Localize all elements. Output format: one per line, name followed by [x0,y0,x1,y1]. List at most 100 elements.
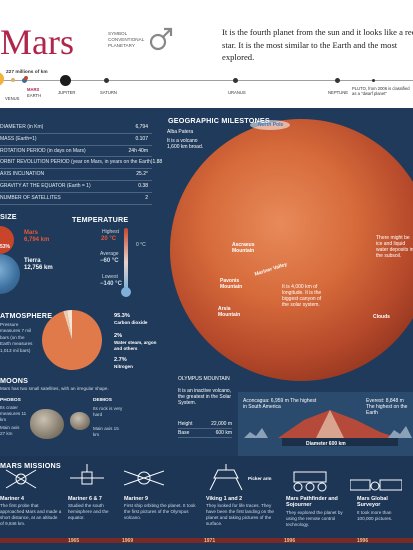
mission-text-mariner-6-7: Studied the south hemisphere and the equ… [68,503,109,520]
mariner-4-craft-icon [5,469,37,489]
earth-size-disc [0,254,20,294]
stat-row: ROTATION PERIOD (in days on Mars) 24h 40m [0,146,152,158]
temp-lowest-value: −140 °C [100,281,122,287]
atm-pct-n2: 2.7% [114,357,127,363]
temp-zero-label: 0 °C [136,242,146,248]
south-ice-text: There might be ice and liquid water depo… [376,235,413,259]
header: Mars SYMBOL CONVENTIONAL PLANETARY It is… [0,0,413,68]
pluto-note: PLUTO, from 2006 is classified as a "dwa… [352,86,410,96]
temp-highest-value: 20 °C [101,236,117,242]
mission-text-pathfinder: They explored the planet by using the re… [286,510,343,527]
alba-patera-label: Alba Patera [167,129,194,135]
stat-row: ORBIT REVOLUTION PERIOD (year on Mars, i… [0,157,162,170]
atm-pct-co2: 95.3% [114,313,130,319]
olympus-table: Height 22,000 m Base 600 km [178,420,232,438]
valley-text: It is 4,000 km of longitude. It is the b… [282,284,322,308]
mars-size-diameter: 6,794 km [24,237,50,243]
picker-arm-label: Picker arm [248,476,272,481]
page-title: Mars [0,22,74,62]
temperature-title: TEMPERATURE [72,215,129,224]
year-label: 1969 [122,538,134,544]
infographic-poster: Mars SYMBOL CONVENTIONAL PLANETARY It is… [0,0,413,550]
mission-name-mariner-6-7: Mariner 6 & 7 [68,496,102,502]
planet-label-saturn: SATURN [100,90,117,95]
temp-average-value: −60 °C [100,258,119,264]
mission-text-mariner-4: The first probe that approached Mars and… [0,503,62,526]
deimos-text: Its rock is very hard [93,406,123,417]
olympus-text: It is an inactive volcano, the greatest … [178,388,232,406]
planet-label-earth: EARTH [27,93,42,98]
stat-row: DIAMETER (in Km) 6,794 [0,122,152,134]
phobos-name: PHOBOS [0,398,21,403]
clouds-label: Clouds [373,314,390,320]
mission-text-mariner-9: First ship orbiting the planet. It took … [124,503,196,520]
pluto-dot [372,79,375,82]
deimos-axis: Main axis 15 km [93,426,119,437]
mission-name-global-surveyor: Mars Global Surveyor [357,496,388,509]
size-title: SIZE [0,212,17,221]
distance-strip: 227 millions of km VENUS EARTH MARS JUPI… [0,68,413,108]
mission-name-mariner-9: Mariner 9 [124,496,148,502]
stats-table: DIAMETER (in Km) 6,794 MASS (Earth=1) 0.10… [0,122,162,205]
year-label: 1965 [68,538,80,544]
mission-name-mariner-4: Mariner 4 [0,496,24,502]
sun-dot [0,72,4,86]
planet-label-mars: MARS [27,87,40,92]
year-label: 1996 [357,538,369,544]
viking-craft-icon [209,464,243,491]
stat-row: MASS (Earth=1) 0.107 [0,134,152,146]
atm-pct-other: 2% [114,333,123,339]
olympus-base-row: Base 600 km [178,430,232,438]
stat-row: AXIS INCLINATION 25.2° [0,169,152,181]
jupiter-dot [60,75,71,86]
mariner-6-7-craft-icon [70,464,104,485]
atmosphere-pressure-text: Pressure measures 7 mil bars (on the Ear… [0,322,33,353]
ascraeus-label: Ascraeus Mountain [232,242,255,254]
mars-symbol-icon [149,27,173,51]
temp-highest-label: Highest [102,229,119,235]
everest-label: Everest: 8,848 m The highest on the Eart… [366,398,408,416]
phobos-text: Its crater measures 11 km [0,405,27,422]
planet-label-jupiter: JUPITER [58,90,76,95]
mars-size-name: Mars [24,230,39,236]
intro-text: It is the fourth planet from the sun and… [222,27,413,62]
venus-dot [11,78,15,82]
temp-lowest-label: Lowest [102,274,118,280]
phobos-image [30,409,64,439]
mariner-9-craft-icon [124,470,164,486]
moons-title: MOONS [0,376,29,385]
atm-gas-co2: Carbon dioxide [114,320,148,325]
planet-label-uranus: URANUS [228,90,246,95]
stat-row: NUMBER OF SATELLITES 2 [0,193,152,205]
mission-text-global-surveyor: It took more than 100,000 pictures. [357,510,393,521]
deimos-name: DEIMOS [93,398,112,403]
diameter-label: Diameter 600 km [306,441,346,447]
atm-gas-n2: Nitrogen [114,364,133,369]
planet-label-neptune: NEPTUNE [328,90,349,95]
atm-gas-other: Water steam, argon and others [114,340,157,351]
stat-row: GRAVITY AT THE EQUATOR (Earth = 1) 0.38 [0,181,152,193]
mission-name-viking: Viking 1 and 2 [206,496,243,502]
olympus-height-row: Height 22,000 m [178,421,232,429]
neptune-dot [335,78,340,83]
pavonis-label: Pavonis Mountain [220,278,243,290]
atmosphere-pie [42,310,102,370]
arsia-label: Arsia Mountain [218,306,241,318]
uranus-dot [233,78,238,83]
saturn-dot [104,78,109,83]
mission-name-pathfinder: Mars Pathfinder and Sojourner [286,496,338,509]
mars-size-pct: 53% [0,244,11,250]
alba-patera-text: It is a volcano 1,600 km broad. [167,138,204,150]
earth-size-diameter: 12,756 km [24,265,53,271]
symbol-label: SYMBOL CONVENTIONAL PLANETARY [108,31,145,48]
phobos-axis: Main axis 27 km [0,425,20,436]
year-label: 1971 [204,538,216,544]
pathfinder-rover-icon [293,471,327,492]
geo-title: GEOGRAPHIC MILESTONES [168,116,270,125]
deimos-image [70,412,90,430]
thermometer-bulb [121,287,131,297]
mission-text-viking: They looked for life traces. They have b… [206,503,274,526]
north-pole-label: North Pole [258,122,284,128]
distance-label: 227 millions of km [6,70,48,75]
temp-average-label: Average [100,251,119,257]
